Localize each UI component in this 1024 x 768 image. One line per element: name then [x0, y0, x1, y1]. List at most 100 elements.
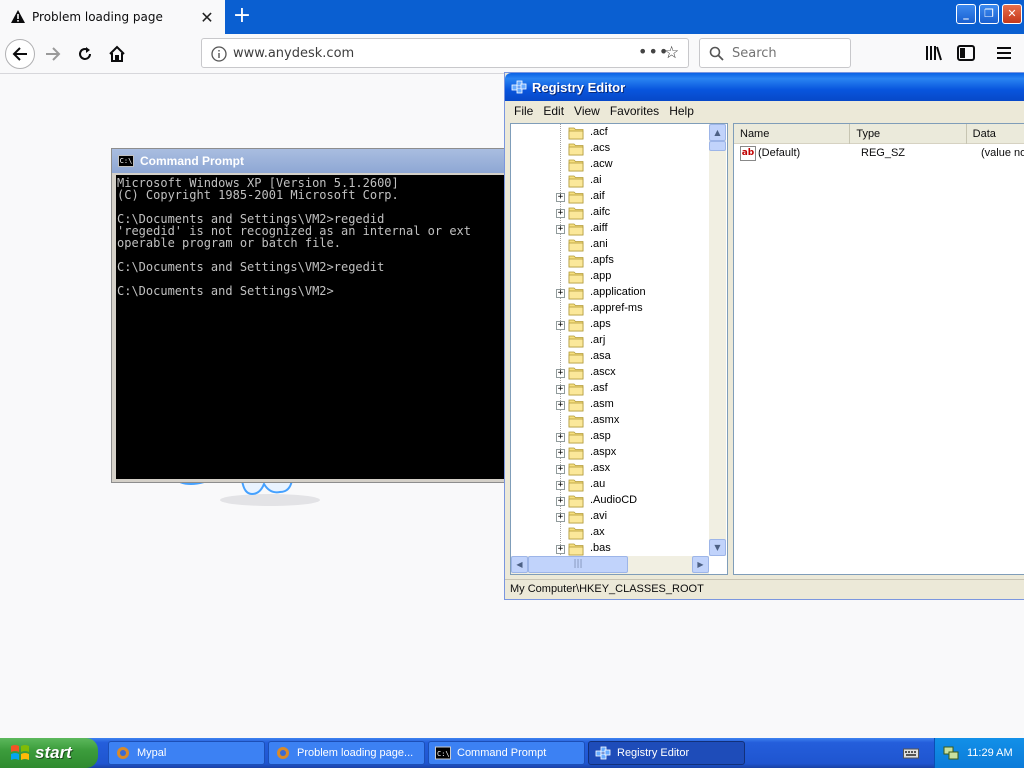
tab-close-icon[interactable]: ✕ — [199, 8, 215, 27]
taskbar-button-problem-loading[interactable]: Problem loading page... — [268, 741, 425, 765]
window-title: Registry Editor — [532, 79, 626, 95]
taskbar-button-command-prompt[interactable]: C:\ Command Prompt — [428, 741, 585, 765]
tree-item[interactable]: .ax — [511, 525, 709, 541]
tree-item[interactable]: + .aif — [511, 189, 709, 205]
console-output[interactable]: Microsoft Windows XP [Version 5.1.2600] … — [116, 175, 510, 479]
info-icon[interactable] — [211, 46, 227, 62]
home-button[interactable] — [102, 39, 132, 69]
expand-icon[interactable]: + — [556, 481, 565, 490]
menu-help[interactable]: Help — [664, 104, 699, 118]
taskbar-button-registry-editor[interactable]: Registry Editor — [588, 741, 745, 765]
menu-file[interactable]: File — [509, 104, 538, 118]
column-header-type[interactable]: Type — [850, 124, 967, 144]
tree-vertical-scrollbar[interactable]: ▲ ▼ — [709, 124, 726, 556]
bookmark-star-icon[interactable]: ☆ — [664, 43, 679, 63]
tree-horizontal-scrollbar[interactable]: ◀ ||| ▶ — [511, 556, 709, 574]
expand-icon[interactable]: + — [556, 385, 565, 394]
clock[interactable]: 11:29 AM — [967, 747, 1013, 759]
expand-icon[interactable]: + — [556, 545, 565, 554]
expand-icon[interactable]: + — [556, 225, 565, 234]
scroll-up-icon[interactable]: ▲ — [709, 124, 726, 141]
expand-icon[interactable]: + — [556, 497, 565, 506]
folder-icon — [568, 335, 584, 348]
tree-item[interactable]: + .aifc — [511, 205, 709, 221]
tree-item[interactable]: .acs — [511, 141, 709, 157]
tree-item[interactable]: + .avi — [511, 509, 709, 525]
column-header-name[interactable]: Name — [734, 124, 851, 144]
tree-item[interactable]: + .aps — [511, 317, 709, 333]
expand-icon[interactable]: + — [556, 209, 565, 218]
tree-item[interactable]: + .asx — [511, 461, 709, 477]
tree-item-label: .ax — [590, 526, 605, 538]
minimize-button[interactable]: _ — [956, 4, 976, 24]
expand-icon[interactable]: + — [556, 321, 565, 330]
tree-item-label: .apfs — [590, 254, 614, 266]
tree-item[interactable]: .acw — [511, 157, 709, 173]
column-header-data[interactable]: Data — [967, 124, 1024, 144]
tree-item[interactable]: + .application — [511, 285, 709, 301]
scroll-down-icon[interactable]: ▼ — [709, 539, 726, 556]
taskbar-button-mypal[interactable]: Mypal — [108, 741, 265, 765]
url-text[interactable]: www.anydesk.com — [233, 46, 354, 61]
reload-button[interactable] — [70, 39, 100, 69]
scroll-thumb[interactable]: ||| — [528, 556, 628, 573]
expand-icon[interactable]: + — [556, 289, 565, 298]
expand-icon[interactable]: + — [556, 433, 565, 442]
registry-editor-titlebar[interactable]: Registry Editor — [505, 73, 1024, 101]
tree-item[interactable]: + .aspx — [511, 445, 709, 461]
tree-item[interactable]: + .bas — [511, 541, 709, 556]
tree-item[interactable]: .appref-ms — [511, 301, 709, 317]
search-bar[interactable]: Search — [699, 38, 851, 68]
network-icon[interactable] — [943, 745, 959, 761]
registry-value-row[interactable]: ab (Default) REG_SZ (value not — [734, 146, 1024, 162]
tree-item[interactable]: .apfs — [511, 253, 709, 269]
scroll-left-icon[interactable]: ◀ — [511, 556, 528, 573]
command-prompt-window[interactable]: C:\ Command Prompt Microsoft Windows XP … — [111, 148, 511, 483]
sidebar-icon[interactable] — [957, 45, 975, 61]
expand-icon[interactable]: + — [556, 513, 565, 522]
tree-item[interactable]: .acf — [511, 125, 709, 141]
expand-icon[interactable]: + — [556, 369, 565, 378]
menu-view[interactable]: View — [569, 104, 605, 118]
browser-tab-active[interactable]: Problem loading page ✕ — [0, 0, 225, 34]
registry-editor-window[interactable]: Registry Editor File Edit View Favorites… — [504, 72, 1024, 600]
tree-item[interactable]: .ani — [511, 237, 709, 253]
command-prompt-titlebar[interactable]: C:\ Command Prompt — [112, 149, 510, 173]
tree-item[interactable]: .app — [511, 269, 709, 285]
registry-values-list[interactable]: Name Type Data ab (Default) REG_SZ (valu… — [733, 123, 1024, 575]
tree-item[interactable]: + .aiff — [511, 221, 709, 237]
expand-icon[interactable]: + — [556, 193, 565, 202]
url-bar[interactable]: www.anydesk.com ••• ☆ — [201, 38, 689, 68]
expand-icon[interactable]: + — [556, 401, 565, 410]
tree-item[interactable]: .asa — [511, 349, 709, 365]
restore-button[interactable]: ❐ — [979, 4, 999, 24]
tree-item[interactable]: .asmx — [511, 413, 709, 429]
tree-item[interactable]: + .AudioCD — [511, 493, 709, 509]
folder-icon — [568, 367, 584, 380]
search-placeholder[interactable]: Search — [732, 46, 777, 61]
tree-item[interactable]: .ai — [511, 173, 709, 189]
home-icon — [109, 45, 125, 62]
new-tab-icon[interactable]: + — [229, 4, 255, 30]
tree-item[interactable]: .arj — [511, 333, 709, 349]
menu-edit[interactable]: Edit — [538, 104, 569, 118]
start-button[interactable]: start — [0, 738, 98, 768]
tree-item[interactable]: + .ascx — [511, 365, 709, 381]
registry-key-tree[interactable]: .acf .acs .acw .ai + .aif + .aifc + .aiff .ani .apf… — [510, 123, 728, 575]
scroll-right-icon[interactable]: ▶ — [692, 556, 709, 573]
folder-icon — [568, 527, 584, 540]
tree-item[interactable]: + .asf — [511, 381, 709, 397]
library-icon[interactable] — [925, 45, 943, 61]
menu-favorites[interactable]: Favorites — [605, 104, 664, 118]
keyboard-icon[interactable] — [903, 746, 919, 760]
expand-icon[interactable]: + — [556, 465, 565, 474]
tree-item[interactable]: + .asm — [511, 397, 709, 413]
back-button[interactable] — [5, 39, 35, 69]
tree-item[interactable]: + .au — [511, 477, 709, 493]
close-window-button[interactable]: ✕ — [1002, 4, 1022, 24]
forward-button[interactable] — [38, 39, 68, 69]
hamburger-menu-icon[interactable] — [996, 45, 1012, 61]
scroll-thumb[interactable] — [709, 141, 726, 151]
expand-icon[interactable]: + — [556, 449, 565, 458]
tree-item[interactable]: + .asp — [511, 429, 709, 445]
